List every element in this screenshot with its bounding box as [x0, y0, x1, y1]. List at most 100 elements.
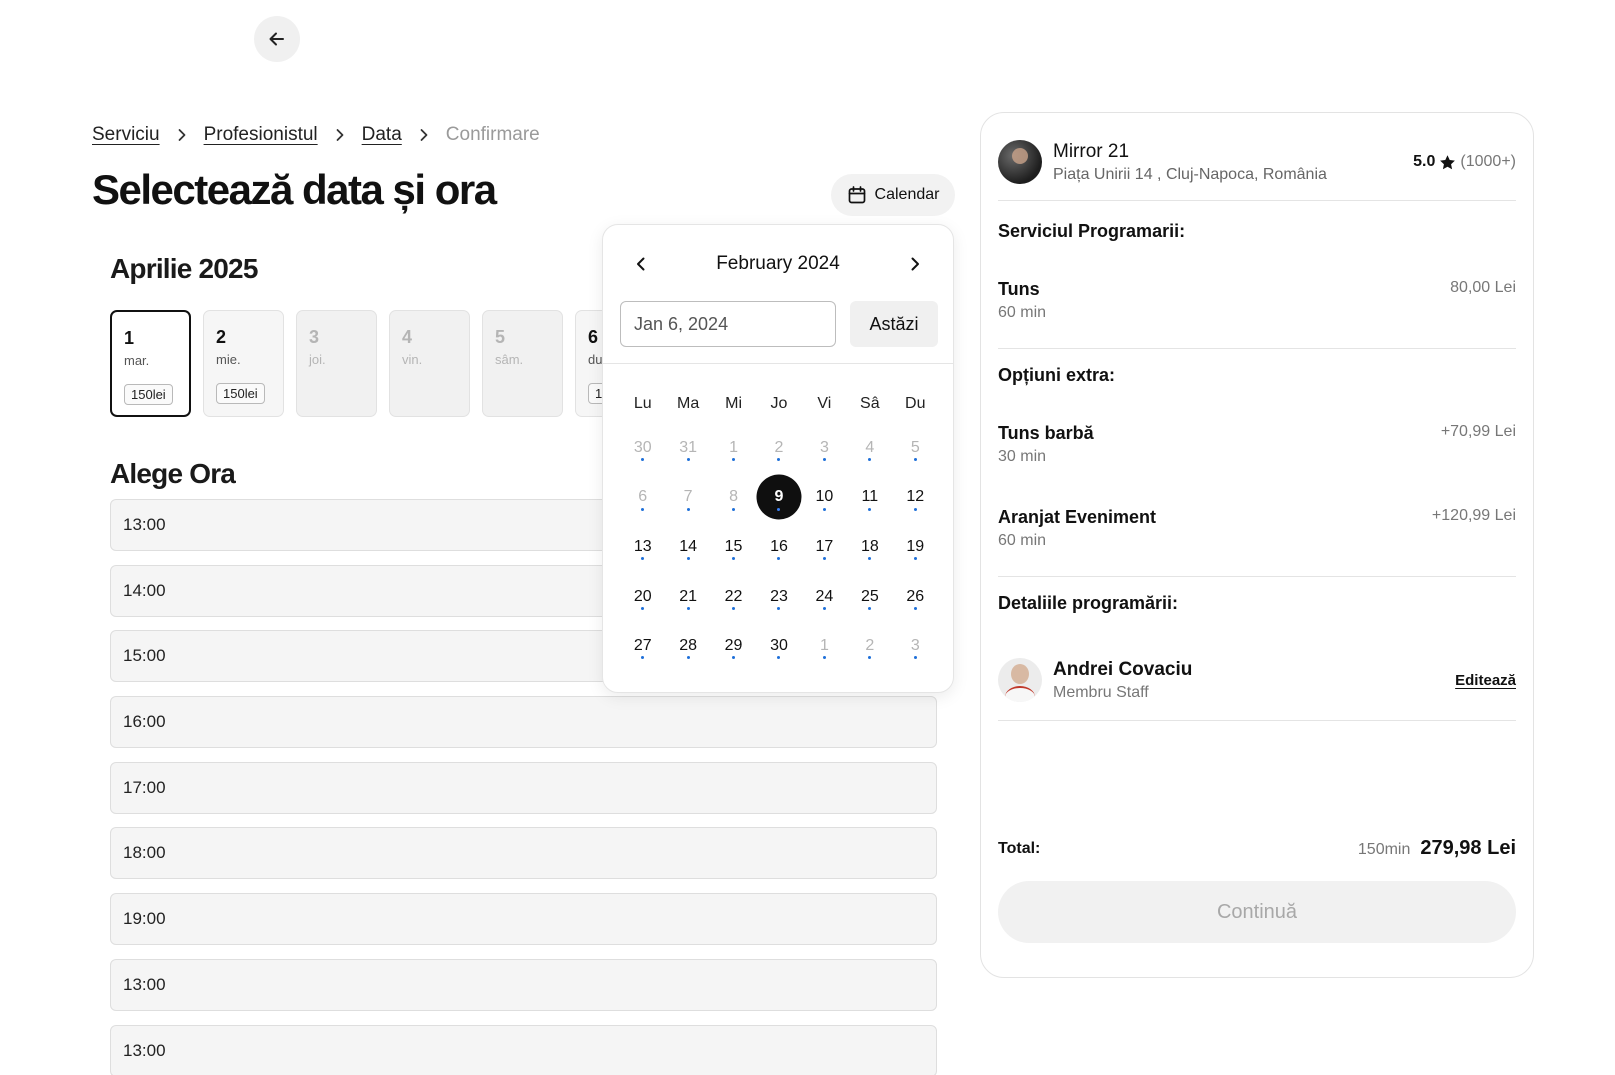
- availability-dot: [686, 507, 690, 511]
- time-slot[interactable]: 13:00: [110, 958, 937, 1011]
- rating-count: (1000+): [1460, 153, 1516, 170]
- calendar-day[interactable]: 10: [802, 473, 847, 523]
- availability-dot: [822, 656, 826, 660]
- breadcrumb-serviciu[interactable]: Serviciu: [92, 124, 160, 146]
- calendar-day[interactable]: 3: [802, 423, 847, 473]
- calendar-day-number: 1: [729, 438, 739, 456]
- calendar-day[interactable]: 14: [665, 522, 710, 572]
- calendar-day-number: 3: [910, 637, 920, 655]
- calendar-day[interactable]: 6: [620, 473, 665, 523]
- continue-button[interactable]: Continuă: [998, 881, 1516, 943]
- calendar-day[interactable]: 12: [893, 473, 938, 523]
- calendar-day[interactable]: 18: [847, 522, 892, 572]
- divider: [998, 348, 1516, 349]
- calendar-day[interactable]: 3: [893, 621, 938, 671]
- date-input[interactable]: [620, 301, 836, 347]
- calendar-day-number: 11: [861, 488, 879, 506]
- calendar-day[interactable]: 29: [711, 621, 756, 671]
- next-month-button[interactable]: [901, 250, 929, 278]
- edit-staff-link[interactable]: Editează: [1455, 672, 1516, 689]
- details-section-title: Detaliile programării:: [998, 593, 1179, 613]
- calendar-day[interactable]: 19: [893, 522, 938, 572]
- hours-title: Alege Ora: [110, 458, 236, 489]
- today-button[interactable]: Astăzi: [850, 301, 938, 347]
- calendar-day[interactable]: 21: [665, 572, 710, 622]
- availability-dot: [868, 458, 872, 461]
- calendar-day[interactable]: 22: [711, 572, 756, 622]
- service-duration: 60 min: [998, 304, 1047, 321]
- calendar-day-number: 21: [679, 587, 698, 605]
- calendar-button[interactable]: Calendar: [831, 174, 955, 216]
- calendar-day-number: 16: [770, 537, 788, 555]
- day-card[interactable]: 1 mar. 150lei: [110, 310, 191, 417]
- shop-header: Mirror 21 Piața Unirii 14 , Cluj-Napoca,…: [998, 140, 1516, 184]
- calendar-day[interactable]: 15: [711, 522, 756, 572]
- calendar-day[interactable]: 7: [665, 473, 710, 523]
- availability-dot: [868, 656, 872, 660]
- calendar-day[interactable]: 8: [711, 473, 756, 523]
- calendar-day-number: 7: [683, 488, 693, 506]
- calendar-day[interactable]: 23: [756, 572, 801, 622]
- extra-duration: 30 min: [998, 448, 1047, 465]
- calendar-day[interactable]: 2: [847, 621, 892, 671]
- time-slot[interactable]: 18:00: [110, 827, 937, 880]
- availability-dot: [868, 557, 872, 561]
- extra-name: Tuns barbă: [998, 423, 1094, 443]
- datepicker-header: February 2024: [603, 248, 953, 280]
- calendar-day[interactable]: 17: [802, 522, 847, 572]
- day-card[interactable]: 6 dum. 150lei: [575, 310, 604, 417]
- extra-item: Tuns barbă 30 min +70,99 Lei: [998, 423, 1516, 466]
- calendar-day[interactable]: 30: [756, 621, 801, 671]
- availability-dot: [822, 606, 826, 610]
- extras-section-title: Opțiuni extra:: [998, 365, 1116, 385]
- time-slot[interactable]: 16:00: [110, 696, 937, 749]
- extra-duration: 60 min: [998, 532, 1047, 549]
- booking-summary: Mirror 21 Piața Unirii 14 , Cluj-Napoca,…: [980, 112, 1534, 978]
- calendar-day[interactable]: 20: [620, 572, 665, 622]
- calendar-day[interactable]: 24: [802, 572, 847, 622]
- calendar-day[interactable]: 31: [665, 423, 710, 473]
- calendar-day-number: 20: [633, 587, 652, 605]
- calendar-day[interactable]: 30: [620, 423, 665, 473]
- breadcrumb-data[interactable]: Data: [362, 124, 402, 146]
- calendar-day[interactable]: 13: [620, 522, 665, 572]
- availability-dot: [822, 458, 826, 461]
- availability-dot: [868, 507, 872, 511]
- calendar-day-number: 24: [815, 587, 834, 605]
- calendar-day[interactable]: 11: [847, 473, 892, 523]
- calendar-day-number: 30: [770, 637, 788, 655]
- availability-dot: [868, 606, 872, 610]
- calendar-day[interactable]: 5: [893, 423, 938, 473]
- time-slot[interactable]: 19:00: [110, 893, 937, 946]
- breadcrumb-profesionistul[interactable]: Profesionistul: [204, 124, 318, 146]
- staff-name: Andrei Covaciu: [1053, 658, 1193, 680]
- calendar-day[interactable]: 16: [756, 522, 801, 572]
- day-card[interactable]: 2 mie. 150lei: [203, 310, 284, 417]
- calendar-day[interactable]: 25: [847, 572, 892, 622]
- datepicker-divider: [603, 363, 953, 364]
- calendar-day[interactable]: 26: [893, 572, 938, 622]
- calendar-day[interactable]: 27: [620, 621, 665, 671]
- service-item: Tuns 60 min 80,00 Lei: [998, 279, 1516, 322]
- availability-dot: [686, 557, 690, 561]
- calendar-day-number: 30: [633, 438, 652, 456]
- calendar-day[interactable]: 2: [756, 423, 801, 473]
- calendar-icon: [848, 186, 865, 204]
- calendar-day[interactable]: 4: [847, 423, 892, 473]
- calendar-day[interactable]: 1: [802, 621, 847, 671]
- calendar-day-number: 12: [906, 488, 925, 506]
- calendar-day[interactable]: 1: [711, 423, 756, 473]
- back-button[interactable]: [254, 16, 300, 62]
- day-card: 4 vin.: [389, 310, 470, 417]
- prev-month-button[interactable]: [627, 250, 655, 278]
- calendar-day-selected[interactable]: 9: [756, 473, 802, 523]
- calendar-day[interactable]: 28: [665, 621, 710, 671]
- day-number: 1: [124, 328, 135, 348]
- shop-name: Mirror 21: [1053, 140, 1130, 162]
- day-number: 3: [309, 327, 320, 347]
- time-slot[interactable]: 13:00: [110, 1024, 937, 1075]
- calendar-day-number: 6: [638, 488, 648, 506]
- calendar-day-number: 3: [819, 438, 829, 456]
- time-slot[interactable]: 17:00: [110, 761, 937, 814]
- availability-dot: [686, 656, 690, 660]
